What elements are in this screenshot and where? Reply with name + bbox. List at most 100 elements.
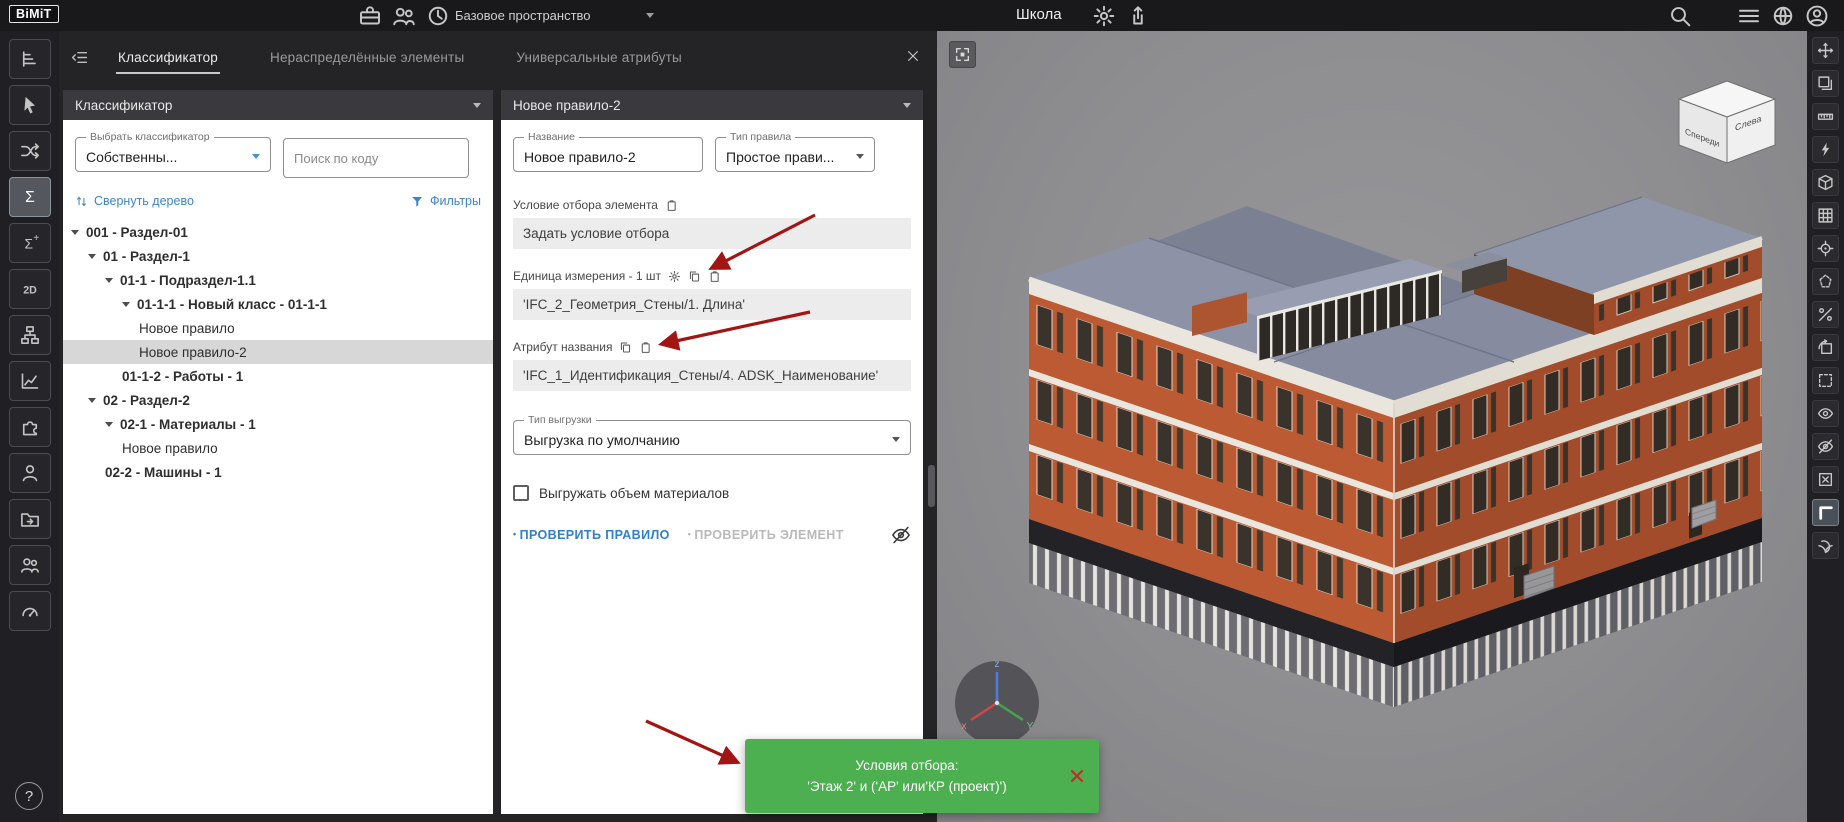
tab-unassigned-elements[interactable]: Нераспределённые элементы bbox=[270, 31, 464, 83]
zoom-window-icon[interactable] bbox=[1812, 367, 1839, 394]
tree-expand-caret[interactable] bbox=[122, 302, 130, 307]
checkbox[interactable] bbox=[513, 485, 529, 501]
tree-item[interactable]: 001 - Раздел-01 bbox=[63, 220, 493, 244]
tree-item[interactable]: Новое правило bbox=[63, 436, 493, 460]
close-panel-icon[interactable] bbox=[903, 46, 923, 66]
copy-icon[interactable] bbox=[688, 270, 701, 283]
viewport-3d[interactable]: Спереди Слева z x Y bbox=[937, 31, 1807, 822]
copy-view-icon[interactable] bbox=[1812, 70, 1839, 97]
org-structure-icon[interactable] bbox=[9, 315, 51, 355]
collapse-panel-icon[interactable] bbox=[71, 49, 88, 66]
tree-item-label: 001 - Раздел-01 bbox=[86, 225, 188, 240]
rule-type-select[interactable]: Тип правила Простое прави... bbox=[715, 132, 875, 172]
tree-expand-caret[interactable] bbox=[105, 278, 113, 283]
estimate-tool-icon[interactable]: Σ+ bbox=[9, 223, 51, 263]
settings-gear-icon[interactable] bbox=[1092, 4, 1116, 28]
tree-expand-caret[interactable] bbox=[71, 230, 79, 235]
navigation-gizmo[interactable]: z x Y bbox=[955, 659, 1039, 745]
collapse-tree-link[interactable]: Свернуть дерево bbox=[75, 194, 194, 208]
tree-item[interactable]: 01 - Раздел-1 bbox=[63, 244, 493, 268]
locate-element-icon[interactable] bbox=[1812, 235, 1839, 262]
selection-conditions-toast: Условия отбора: 'Этаж 2' и ('АР' или'КР … bbox=[745, 739, 1099, 813]
walls-mode-icon[interactable] bbox=[1812, 499, 1839, 526]
toolbox-icon[interactable] bbox=[358, 4, 382, 28]
chevron-down-icon bbox=[646, 13, 654, 18]
quick-measure-icon[interactable] bbox=[1812, 136, 1839, 163]
name-attribute-field[interactable]: 'IFC_1_Идентификация_Стены/4. ADSK_Наиме… bbox=[513, 360, 911, 391]
paste-icon[interactable] bbox=[639, 341, 652, 354]
tree-item[interactable]: Новое правило-2 bbox=[63, 340, 493, 364]
tree-item[interactable]: 02-2 - Машины - 1 bbox=[63, 460, 493, 484]
tree-expand-caret[interactable] bbox=[88, 254, 96, 259]
explode-view-icon[interactable] bbox=[1812, 532, 1839, 559]
collaboration-icon[interactable] bbox=[9, 545, 51, 585]
tree-expand-caret[interactable] bbox=[88, 398, 96, 403]
classifier-select[interactable]: Выбрать классификатор Собственны... bbox=[75, 132, 271, 172]
toast-close-icon[interactable] bbox=[1069, 768, 1085, 784]
hide-elements-icon[interactable] bbox=[1812, 433, 1839, 460]
code-search-field[interactable] bbox=[283, 138, 469, 178]
tree-item[interactable]: 02 - Раздел-2 bbox=[63, 388, 493, 412]
model-structure-icon[interactable] bbox=[9, 39, 51, 79]
help-button[interactable]: ? bbox=[15, 782, 43, 810]
select-tool-icon[interactable] bbox=[9, 85, 51, 125]
capture-view-icon[interactable] bbox=[949, 41, 976, 68]
relations-tool-icon[interactable] bbox=[9, 131, 51, 171]
unit-settings-gear-icon[interactable] bbox=[668, 270, 681, 283]
tree-item[interactable]: 01-1-1 - Новый класс - 01-1-1 bbox=[63, 292, 493, 316]
isolate-clear-icon[interactable] bbox=[1812, 466, 1839, 493]
share-icon[interactable] bbox=[1126, 4, 1150, 28]
pan-view-icon[interactable] bbox=[1812, 37, 1839, 64]
avatar-icon[interactable] bbox=[1805, 4, 1829, 28]
panel-tabs: Классификатор Нераспределённые элементы Ун… bbox=[118, 31, 682, 83]
tree-item[interactable]: 02-1 - Материалы - 1 bbox=[63, 412, 493, 436]
check-element-button[interactable]: ПРОВЕРИТЬ ЭЛЕМЕНТ bbox=[688, 528, 844, 542]
tree-item[interactable]: 01-1 - Подраздел-1.1 bbox=[63, 268, 493, 292]
section-box-icon[interactable] bbox=[1812, 169, 1839, 196]
search-icon[interactable] bbox=[1668, 4, 1692, 28]
check-rule-button[interactable]: ПРОВЕРИТЬ ПРАВИЛО bbox=[513, 528, 670, 542]
section-plane-icon[interactable] bbox=[1812, 301, 1839, 328]
dashboard-icon[interactable] bbox=[9, 591, 51, 631]
tab-classifier[interactable]: Классификатор bbox=[118, 31, 218, 83]
menu-icon[interactable] bbox=[1737, 4, 1761, 28]
code-search-input[interactable] bbox=[294, 151, 458, 166]
view-cube[interactable]: Спереди Слева bbox=[1679, 81, 1775, 163]
rule-name-input[interactable] bbox=[524, 149, 692, 165]
classifier-tool-icon[interactable]: Σ bbox=[9, 177, 51, 217]
shared-projects-icon[interactable] bbox=[9, 499, 51, 539]
globe-icon[interactable] bbox=[1771, 4, 1795, 28]
classifier-header-dropdown[interactable]: Классификатор bbox=[63, 90, 493, 120]
export-type-select[interactable]: Тип выгрузки Выгрузка по умолчанию bbox=[513, 415, 911, 455]
chevron-down-icon bbox=[903, 103, 911, 108]
analytics-icon[interactable] bbox=[9, 361, 51, 401]
copy-icon[interactable] bbox=[619, 341, 632, 354]
selection-region-icon[interactable] bbox=[1812, 268, 1839, 295]
grid-icon[interactable] bbox=[1812, 202, 1839, 229]
filters-link[interactable]: Фильтры bbox=[411, 194, 481, 208]
plugins-icon[interactable] bbox=[9, 407, 51, 447]
workspace-selector[interactable]: Базовое пространство bbox=[455, 0, 654, 31]
tree-item[interactable]: Новое правило bbox=[63, 316, 493, 340]
tree-item[interactable]: 01-1-2 - Работы - 1 bbox=[63, 364, 493, 388]
measure-ruler-icon[interactable] bbox=[1812, 103, 1839, 130]
workspace-history-icon[interactable] bbox=[426, 4, 450, 28]
axis-x-label: x bbox=[962, 721, 967, 732]
building-model[interactable]: Спереди Слева z x Y bbox=[937, 31, 1807, 822]
profile-icon[interactable] bbox=[9, 453, 51, 493]
condition-field[interactable]: Задать условие отбора bbox=[513, 218, 911, 249]
rule-header-dropdown[interactable]: Новое правило-2 bbox=[501, 90, 923, 120]
paste-icon[interactable] bbox=[665, 199, 678, 212]
rotate-view-icon[interactable] bbox=[1812, 334, 1839, 361]
scrollbar-thumb[interactable] bbox=[928, 465, 935, 507]
tree-expand-caret[interactable] bbox=[105, 422, 113, 427]
paste-icon[interactable] bbox=[708, 270, 721, 283]
drawings-2d-icon[interactable]: 2D bbox=[9, 269, 51, 309]
tab-universal-attributes[interactable]: Универсальные атрибуты bbox=[516, 31, 682, 83]
team-icon[interactable] bbox=[392, 4, 416, 28]
unit-attribute-field[interactable]: 'IFC_2_Геометрия_Стены/1. Длина' bbox=[513, 289, 911, 320]
export-volume-checkbox-row[interactable]: Выгружать объем материалов bbox=[513, 485, 911, 501]
hide-preview-icon[interactable] bbox=[891, 525, 911, 545]
rule-name-field[interactable]: Название bbox=[513, 132, 703, 172]
show-elements-icon[interactable] bbox=[1812, 400, 1839, 427]
